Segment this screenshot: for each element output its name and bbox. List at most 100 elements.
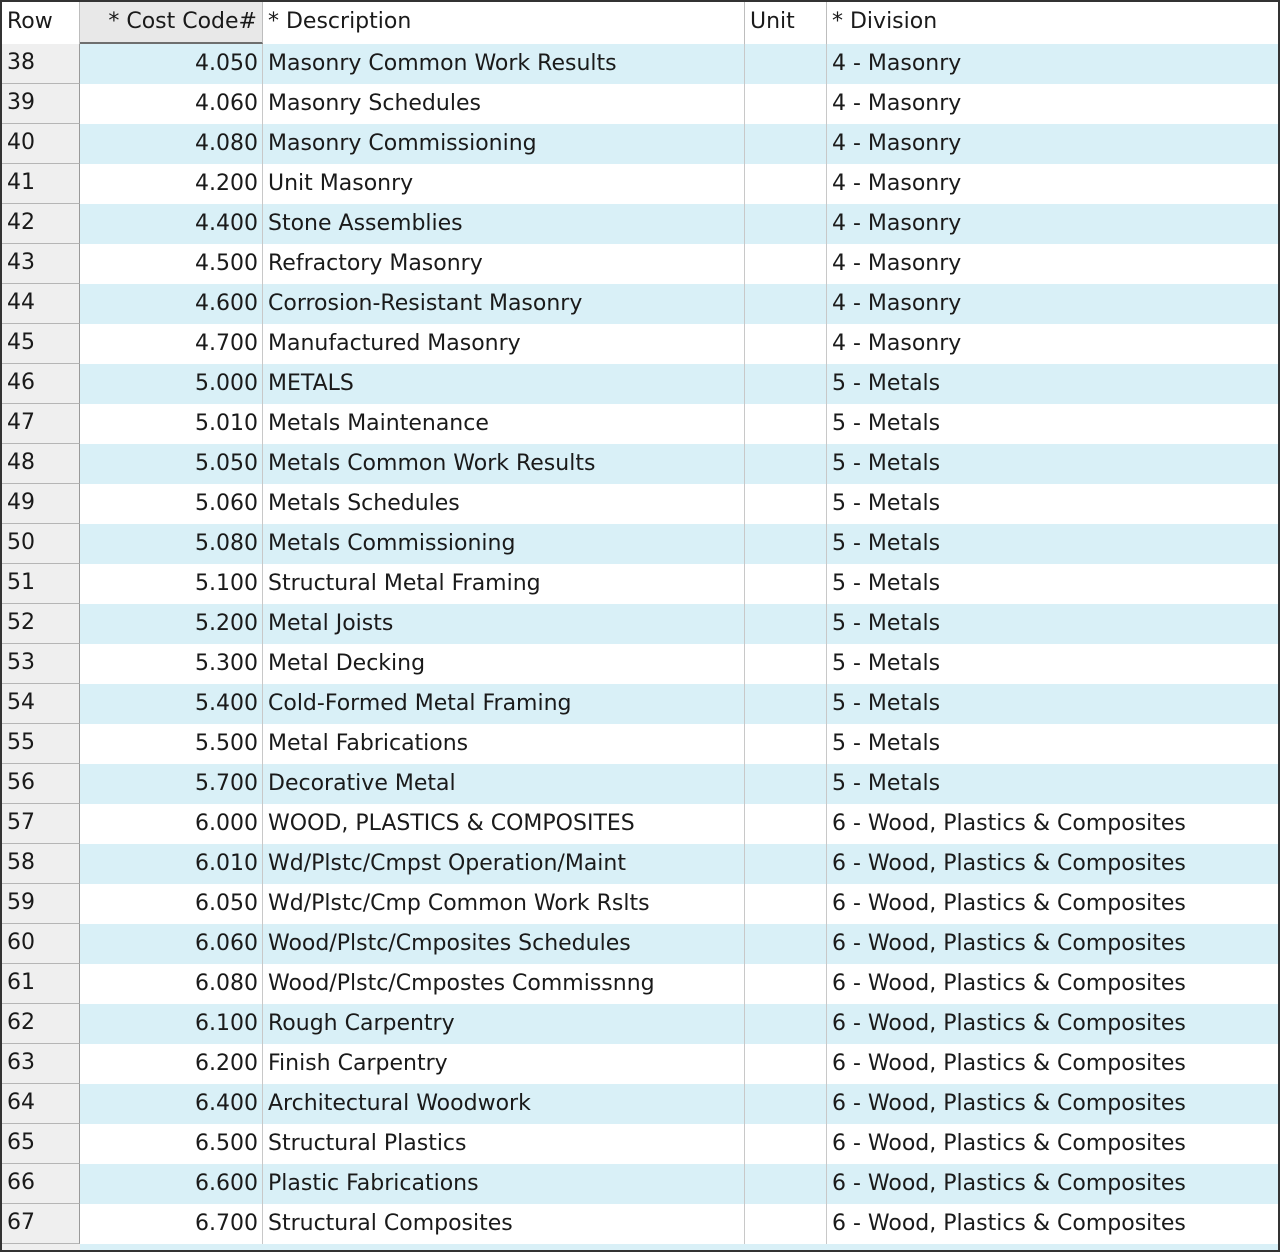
row-number-cell[interactable]: 58 (2, 844, 80, 884)
division-cell[interactable]: 4 - Masonry (827, 204, 1278, 244)
division-cell[interactable]: 6 - Wood, Plastics & Composites (827, 924, 1278, 964)
cost-code-cell[interactable]: 4.400 (80, 204, 263, 244)
division-cell[interactable]: 4 - Masonry (827, 244, 1278, 284)
table-row[interactable]: 56 5.700 Decorative Metal 5 - Metals (2, 764, 1278, 804)
row-number-cell[interactable]: 45 (2, 324, 80, 364)
row-number-cell[interactable]: 56 (2, 764, 80, 804)
cost-code-cell[interactable]: 6.050 (80, 884, 263, 924)
unit-cell[interactable] (745, 1004, 827, 1044)
table-row[interactable]: 63 6.200 Finish Carpentry 6 - Wood, Plastic… (2, 1044, 1278, 1084)
unit-cell[interactable] (745, 1204, 827, 1244)
division-cell[interactable]: 5 - Metals (827, 604, 1278, 644)
unit-cell[interactable] (745, 764, 827, 804)
unit-cell[interactable] (745, 884, 827, 924)
row-number-cell[interactable]: 57 (2, 804, 80, 844)
unit-cell[interactable] (745, 444, 827, 484)
description-cell[interactable]: Metal Joists (263, 604, 745, 644)
column-header-division[interactable]: * Division (827, 2, 1278, 44)
table-row[interactable]: 65 6.500 Structural Plastics 6 - Wood, Plas… (2, 1124, 1278, 1164)
unit-cell[interactable] (745, 1084, 827, 1124)
division-cell[interactable]: 4 - Masonry (827, 164, 1278, 204)
division-cell[interactable]: 6 - Wood, Plastics & Composites (827, 1004, 1278, 1044)
cost-code-cell[interactable]: 4.600 (80, 284, 263, 324)
cost-code-cell[interactable]: 5.050 (80, 444, 263, 484)
column-header-row[interactable]: Row (2, 2, 80, 44)
row-number-cell[interactable]: 60 (2, 924, 80, 964)
cost-code-cell[interactable]: 4.500 (80, 244, 263, 284)
cost-code-cell[interactable]: 4.050 (80, 44, 263, 84)
cost-code-cell[interactable]: 5.060 (80, 484, 263, 524)
table-row[interactable]: 39 4.060 Masonry Schedules 4 - Masonry (2, 84, 1278, 124)
row-number-cell[interactable]: 65 (2, 1124, 80, 1164)
unit-cell[interactable] (745, 564, 827, 604)
description-cell[interactable]: Wood/Plstc/Cmpostes Commissnng (263, 964, 745, 1004)
row-number-cell[interactable]: 66 (2, 1164, 80, 1204)
row-number-cell[interactable]: 50 (2, 524, 80, 564)
table-row[interactable]: 53 5.300 Metal Decking 5 - Metals (2, 644, 1278, 684)
table-row[interactable]: 43 4.500 Refractory Masonry 4 - Masonry (2, 244, 1278, 284)
row-number-cell[interactable]: 40 (2, 124, 80, 164)
table-row[interactable]: 59 6.050 Wd/Plstc/Cmp Common Work Rslts 6 -… (2, 884, 1278, 924)
cost-code-cell[interactable]: 6.080 (80, 964, 263, 1004)
cost-code-cell[interactable]: 5.500 (80, 724, 263, 764)
division-cell[interactable]: 5 - Metals (827, 644, 1278, 684)
table-row[interactable]: 42 4.400 Stone Assemblies 4 - Masonry (2, 204, 1278, 244)
row-number-cell[interactable]: 49 (2, 484, 80, 524)
table-row[interactable]: 47 5.010 Metals Maintenance 5 - Metals (2, 404, 1278, 444)
table-row[interactable]: 46 5.000 METALS 5 - Metals (2, 364, 1278, 404)
unit-cell[interactable] (745, 244, 827, 284)
row-number-cell[interactable]: 54 (2, 684, 80, 724)
unit-cell[interactable] (745, 484, 827, 524)
cost-code-cell[interactable]: 6.010 (80, 844, 263, 884)
cost-code-cell[interactable]: 5.010 (80, 404, 263, 444)
description-cell[interactable]: Corrosion-Resistant Masonry (263, 284, 745, 324)
unit-cell[interactable] (745, 404, 827, 444)
row-number-cell[interactable]: 53 (2, 644, 80, 684)
row-number-cell[interactable]: 51 (2, 564, 80, 604)
division-cell[interactable]: 6 - Wood, Plastics & Composites (827, 884, 1278, 924)
description-cell[interactable]: Finish Carpentry (263, 1044, 745, 1084)
cost-code-cell[interactable]: 5.300 (80, 644, 263, 684)
row-number-cell[interactable]: 47 (2, 404, 80, 444)
unit-cell[interactable] (745, 84, 827, 124)
description-cell[interactable]: METALS (263, 364, 745, 404)
cost-code-cell[interactable]: 6.100 (80, 1004, 263, 1044)
table-row[interactable]: 48 5.050 Metals Common Work Results 5 - Met… (2, 444, 1278, 484)
unit-cell[interactable] (745, 324, 827, 364)
cost-code-cell[interactable]: 4.060 (80, 84, 263, 124)
table-row[interactable]: 50 5.080 Metals Commissioning 5 - Metals (2, 524, 1278, 564)
division-cell[interactable]: 6 - Wood, Plastics & Composites (827, 1164, 1278, 1204)
description-cell[interactable]: Structural Plastics (263, 1124, 745, 1164)
unit-cell[interactable] (745, 604, 827, 644)
unit-cell[interactable] (745, 964, 827, 1004)
row-number-cell[interactable]: 61 (2, 964, 80, 1004)
cost-code-cell[interactable]: 5.200 (80, 604, 263, 644)
division-cell[interactable]: 6 - Wood, Plastics & Composites (827, 844, 1278, 884)
row-number-cell[interactable]: 38 (2, 44, 80, 84)
table-row[interactable]: 44 4.600 Corrosion-Resistant Masonry 4 - Ma… (2, 284, 1278, 324)
division-cell[interactable]: 5 - Metals (827, 444, 1278, 484)
row-number-cell[interactable]: 64 (2, 1084, 80, 1124)
unit-cell[interactable] (745, 204, 827, 244)
cost-code-cell[interactable]: 4.700 (80, 324, 263, 364)
description-cell[interactable]: Refractory Masonry (263, 244, 745, 284)
unit-cell[interactable] (745, 524, 827, 564)
description-cell[interactable]: Cold-Formed Metal Framing (263, 684, 745, 724)
division-cell[interactable]: 4 - Masonry (827, 324, 1278, 364)
unit-cell[interactable] (745, 124, 827, 164)
division-cell[interactable]: 5 - Metals (827, 724, 1278, 764)
row-number-cell[interactable]: 41 (2, 164, 80, 204)
division-cell[interactable]: 4 - Masonry (827, 44, 1278, 84)
unit-cell[interactable] (745, 284, 827, 324)
table-row[interactable]: 41 4.200 Unit Masonry 4 - Masonry (2, 164, 1278, 204)
row-number-cell[interactable]: 39 (2, 84, 80, 124)
table-row[interactable]: 54 5.400 Cold-Formed Metal Framing 5 - Meta… (2, 684, 1278, 724)
unit-cell[interactable] (745, 44, 827, 84)
cost-code-cell[interactable]: 6.400 (80, 1084, 263, 1124)
description-cell[interactable]: Metals Maintenance (263, 404, 745, 444)
division-cell[interactable]: 6 - Wood, Plastics & Composites (827, 964, 1278, 1004)
row-number-cell[interactable]: 46 (2, 364, 80, 404)
description-cell[interactable]: Metals Schedules (263, 484, 745, 524)
cost-code-cell[interactable]: 5.400 (80, 684, 263, 724)
division-cell[interactable]: 5 - Metals (827, 484, 1278, 524)
